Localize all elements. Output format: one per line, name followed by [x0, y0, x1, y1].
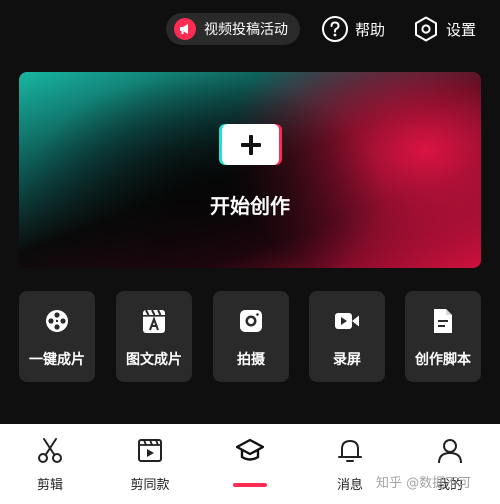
- script-document-icon: [434, 309, 452, 333]
- nav-profile[interactable]: 我的: [400, 424, 500, 504]
- shoot-button[interactable]: 拍摄: [213, 291, 289, 382]
- start-creation-card[interactable]: 开始创作: [19, 72, 481, 268]
- nav-label: 剪同款: [130, 478, 170, 493]
- text-to-video-icon: [143, 309, 165, 333]
- bell-icon: [338, 440, 362, 462]
- bottom-nav: 剪辑 剪同款 消息 我的: [0, 424, 500, 504]
- tool-label: 拍摄: [237, 352, 265, 368]
- graduation-cap-icon: [236, 438, 264, 461]
- settings-button[interactable]: 设置: [412, 13, 476, 45]
- camera-icon: [240, 310, 262, 332]
- selected-indicator: [233, 483, 267, 487]
- tool-label: 创作脚本: [415, 352, 471, 368]
- settings-label: 设置: [446, 20, 477, 39]
- watermark: 知乎 @数据不可: [376, 476, 472, 491]
- nav-learn[interactable]: [200, 424, 300, 504]
- nav-templates[interactable]: 剪同款: [100, 424, 200, 504]
- top-bar: 视频投稿活动 帮助 设置: [0, 0, 500, 58]
- one-click-video-button[interactable]: 一键成片: [19, 291, 95, 382]
- nav-edit[interactable]: 剪辑: [0, 424, 100, 504]
- video-campaign-button[interactable]: 视频投稿活动: [166, 13, 300, 45]
- nav-label: 剪辑: [36, 478, 63, 493]
- scissors-icon: [38, 438, 62, 463]
- nav-messages[interactable]: 消息: [300, 424, 400, 504]
- film-reel-icon: [46, 310, 68, 332]
- tool-label: 图文成片: [126, 352, 182, 368]
- question-circle-icon: [322, 16, 348, 42]
- settings-hexagon-icon: [415, 16, 437, 42]
- help-button[interactable]: 帮助: [321, 13, 385, 45]
- screen-record-icon: [335, 313, 359, 329]
- template-icon: [138, 439, 162, 462]
- tool-label: 一键成片: [29, 352, 85, 368]
- help-label: 帮助: [355, 20, 386, 39]
- megaphone-icon: [174, 18, 196, 40]
- tool-label: 录屏: [333, 352, 361, 368]
- hero-background: [19, 72, 481, 268]
- creative-script-button[interactable]: 创作脚本: [405, 291, 481, 382]
- plus-icon: [222, 124, 279, 165]
- campaign-label: 视频投稿活动: [204, 22, 288, 38]
- start-creation-label: 开始创作: [210, 194, 290, 218]
- text-to-video-button[interactable]: 图文成片: [116, 291, 192, 382]
- profile-icon: [438, 439, 462, 464]
- screen-record-button[interactable]: 录屏: [309, 291, 385, 382]
